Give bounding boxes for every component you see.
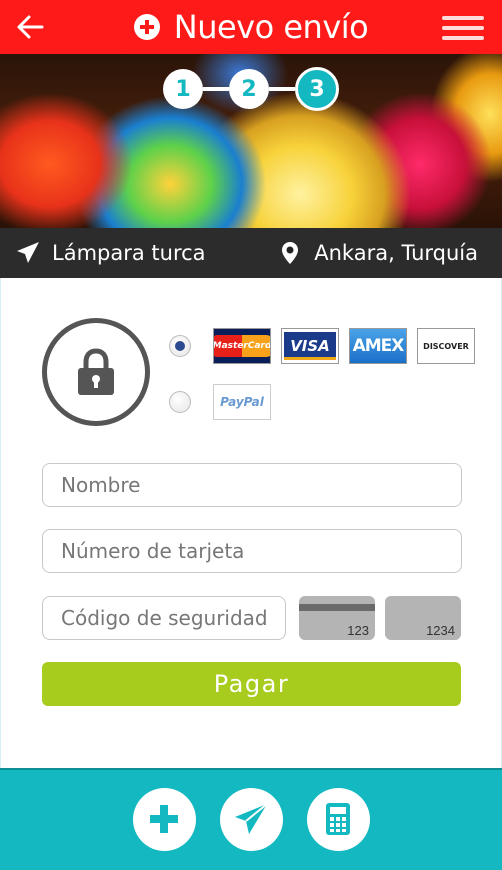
visa-logo: VISA: [281, 328, 339, 364]
step-2: 2: [229, 69, 269, 109]
hamburger-menu-icon[interactable]: [442, 15, 484, 41]
paypal-payment-option[interactable]: PayPal: [169, 384, 271, 420]
page-title: Nuevo envío: [173, 8, 369, 46]
map-pin-icon: [282, 242, 299, 264]
step-1: 1: [163, 69, 203, 109]
step-connector: [269, 87, 295, 91]
cvv-example-4: 1234: [426, 623, 455, 638]
step-connector: [203, 87, 229, 91]
paper-plane-icon: [235, 803, 268, 834]
shipment-location: Ankara, Turquía: [278, 241, 478, 265]
bottom-nav: [0, 768, 502, 870]
lock-badge: [42, 318, 150, 426]
card-number-field[interactable]: [42, 529, 462, 573]
mastercard-logo: MasterCard: [213, 328, 271, 364]
card-payment-option[interactable]: MasterCard VISA AMEX DISCOVER: [169, 328, 475, 364]
shipment-item-label: Lámpara turca: [52, 241, 206, 265]
new-shipment-button[interactable]: [132, 787, 196, 851]
progress-stepper: 1 2 3: [0, 66, 502, 112]
pay-button[interactable]: Pagar: [42, 662, 461, 706]
title-group: Nuevo envío: [0, 0, 502, 54]
paper-plane-icon: [17, 242, 39, 263]
shipments-button[interactable]: [219, 787, 283, 851]
cvv-example-back-card: 123: [299, 596, 375, 640]
paypal-logo: PayPal: [213, 384, 271, 420]
calculator-icon: [326, 803, 350, 835]
step-3: 3: [295, 67, 339, 111]
padlock-icon: [78, 348, 114, 395]
hero-banner: 1 2 3: [0, 54, 502, 228]
plus-icon: [150, 805, 178, 833]
name-field[interactable]: [42, 463, 462, 507]
plus-circle-icon: [133, 14, 160, 40]
header-bar: Nuevo envío: [0, 0, 502, 54]
amex-logo: AMEX: [349, 328, 407, 364]
discover-logo: DISCOVER: [417, 328, 475, 364]
security-code-field[interactable]: [42, 596, 286, 640]
cvv-example-3: 123: [347, 623, 369, 638]
payment-form: MasterCard VISA AMEX DISCOVER PayPal 123…: [0, 278, 502, 768]
magnetic-stripe: [299, 604, 375, 611]
cvv-example-front-card: 1234: [385, 596, 461, 640]
card-radio[interactable]: [169, 335, 191, 357]
calculator-button[interactable]: [306, 787, 370, 851]
shipment-info-bar: Lámpara turca Ankara, Turquía: [0, 228, 502, 278]
shipment-item: Lámpara turca: [16, 241, 206, 265]
paypal-radio[interactable]: [169, 391, 191, 413]
shipment-location-label: Ankara, Turquía: [314, 241, 478, 265]
